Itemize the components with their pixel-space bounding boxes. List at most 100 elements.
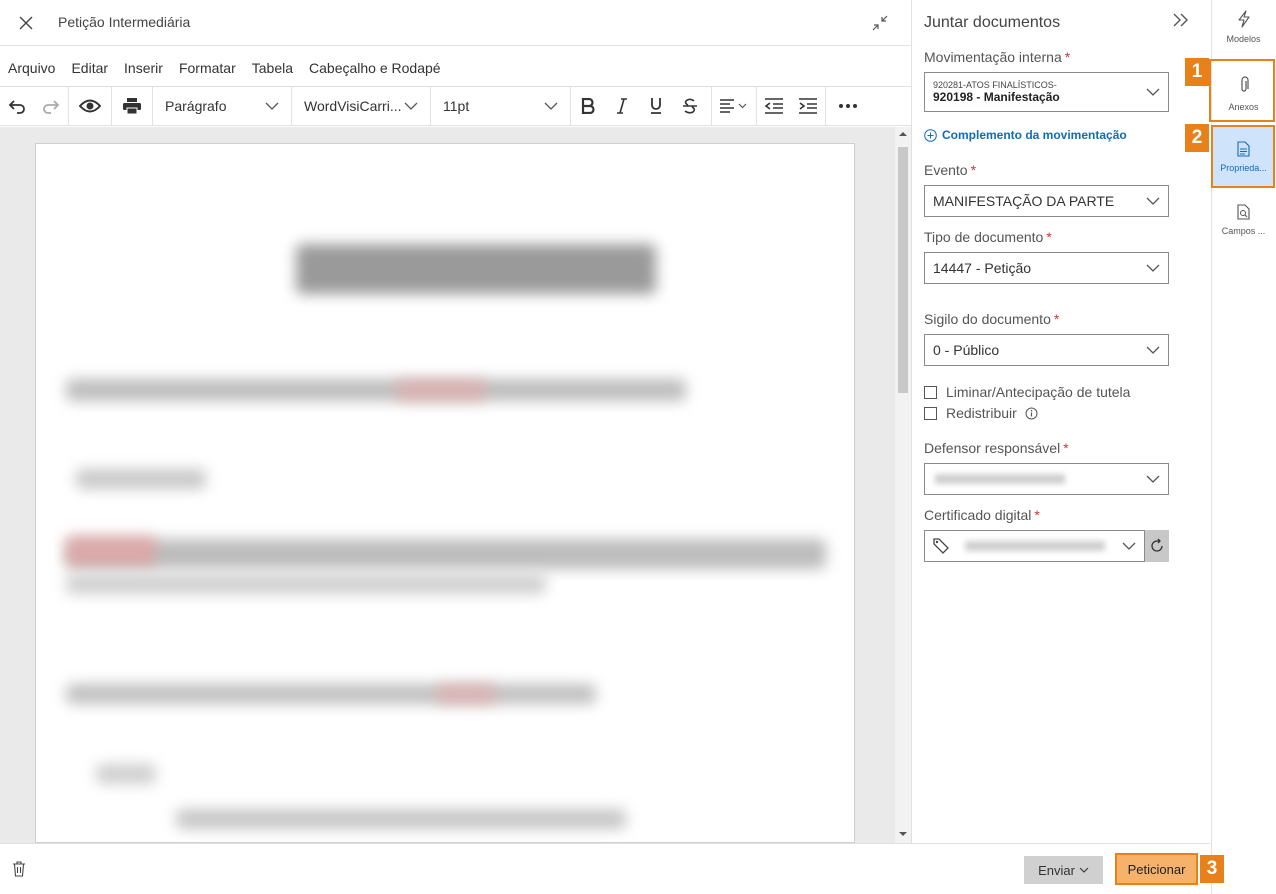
menu-editar[interactable]: Editar	[71, 60, 108, 76]
chevron-down-icon	[1146, 475, 1160, 483]
align-select[interactable]	[712, 87, 756, 125]
movimentacao-select[interactable]: 920281-ATOS FINALÍSTICOS- 920198 - Manif…	[924, 72, 1169, 112]
plus-circle-icon	[924, 128, 937, 142]
expand-panel-button[interactable]	[1172, 12, 1194, 34]
rail-campos[interactable]: Campos ...	[1213, 204, 1274, 244]
paragraph-style-select[interactable]: Parágrafo	[153, 87, 291, 125]
sigilo-value: 0 - Público	[933, 342, 1000, 358]
tipo-documento-select[interactable]: 14447 - Petição	[924, 252, 1169, 284]
attach-documents-panel	[911, 0, 1211, 843]
more-button[interactable]	[826, 87, 870, 125]
peticionar-button[interactable]: Peticionar	[1115, 853, 1198, 885]
certificado-label: Certificado digital *	[924, 507, 1040, 523]
close-icon	[19, 16, 33, 30]
certificado-label-text: Certificado digital	[924, 507, 1032, 523]
chevron-down-icon	[1079, 867, 1089, 873]
menu-cabecalho-rodape[interactable]: Cabeçalho e Rodapé	[309, 60, 441, 76]
redistribuir-checkbox-row[interactable]: Redistribuir	[924, 405, 1038, 421]
menu-arquivo[interactable]: Arquivo	[8, 60, 55, 76]
document-title: Petição Intermediária	[58, 14, 191, 30]
font-family-select[interactable]: WordVisiCarri...	[292, 87, 430, 125]
panel-title: Juntar documentos	[924, 14, 1061, 31]
movimentacao-line2: 920198 - Manifestação	[933, 90, 1060, 104]
required-mark: *	[1034, 507, 1040, 523]
collapse-button[interactable]	[868, 11, 892, 35]
liminar-checkbox[interactable]	[924, 385, 937, 399]
undo-icon	[8, 100, 25, 114]
indent-icon	[799, 98, 817, 114]
blurred-text	[66, 379, 686, 401]
chevron-down-icon	[404, 102, 418, 110]
document-page[interactable]	[35, 143, 855, 843]
outdent-icon	[765, 98, 783, 114]
redo-icon	[43, 100, 60, 114]
outdent-button[interactable]	[757, 87, 791, 125]
callout-3-badge: 3	[1200, 855, 1224, 883]
blurred-text	[176, 809, 626, 829]
callout-1-box	[1209, 59, 1275, 122]
fields-icon	[1236, 204, 1250, 220]
tipo-documento-label: Tipo de documento *	[924, 229, 1052, 245]
complemento-link[interactable]: Complemento da movimentação	[924, 128, 1127, 142]
certificado-select[interactable]	[924, 530, 1145, 562]
print-icon	[123, 98, 141, 114]
enviar-button[interactable]: Enviar	[1024, 856, 1103, 884]
print-button[interactable]	[112, 87, 152, 125]
refresh-icon	[1151, 538, 1163, 552]
defensor-value	[933, 473, 1073, 485]
refresh-certificate-button[interactable]	[1145, 530, 1169, 562]
format-toolbar: Parágrafo WordVisiCarri... 11pt	[0, 86, 911, 126]
rail-modelos[interactable]: Modelos	[1213, 10, 1274, 50]
menu-tabela[interactable]: Tabela	[252, 60, 293, 76]
certificado-value	[961, 540, 1111, 552]
trash-icon	[13, 861, 25, 877]
evento-value: MANIFESTAÇÃO DA PARTE	[933, 193, 1115, 209]
menu-formatar[interactable]: Formatar	[179, 60, 236, 76]
scroll-up-icon	[899, 132, 907, 136]
evento-select[interactable]: MANIFESTAÇÃO DA PARTE	[924, 185, 1169, 217]
sigilo-label: Sigilo do documento *	[924, 311, 1059, 327]
chevron-down-icon	[1146, 88, 1160, 96]
more-icon	[839, 104, 857, 108]
font-family-value: WordVisiCarri...	[304, 98, 402, 114]
blurred-highlight	[436, 684, 496, 704]
tipo-documento-label-text: Tipo de documento	[924, 229, 1044, 245]
preview-button[interactable]	[69, 87, 111, 125]
font-size-select[interactable]: 11pt	[431, 87, 570, 125]
defensor-label-text: Defensor responsável	[924, 440, 1061, 456]
paragraph-style-value: Parágrafo	[165, 98, 227, 114]
blurred-text	[66, 574, 546, 594]
italic-button[interactable]	[605, 87, 639, 125]
chevron-down-icon	[1122, 542, 1136, 550]
align-icon	[720, 99, 747, 113]
scrollbar-thumb[interactable]	[898, 147, 908, 393]
rail-modelos-label: Modelos	[1226, 34, 1261, 44]
bold-button[interactable]	[571, 87, 605, 125]
underline-button[interactable]	[639, 87, 673, 125]
sigilo-select[interactable]: 0 - Público	[924, 334, 1169, 366]
menu-inserir[interactable]: Inserir	[124, 60, 163, 76]
bold-icon	[581, 98, 595, 114]
movimentacao-line1: 920281-ATOS FINALÍSTICOS-	[933, 80, 1057, 90]
strikethrough-button[interactable]	[673, 87, 707, 125]
tipo-documento-value: 14447 - Petição	[933, 260, 1032, 276]
movimentacao-label-text: Movimentação interna	[924, 49, 1062, 65]
chevron-down-icon	[265, 102, 279, 110]
info-icon[interactable]	[1025, 407, 1038, 420]
redistribuir-checkbox[interactable]	[924, 406, 937, 420]
undo-button[interactable]	[0, 87, 34, 125]
menu-bar: Arquivo Editar Inserir Formatar Tabela C…	[0, 54, 457, 82]
liminar-checkbox-row[interactable]: Liminar/Antecipação de tutela	[924, 384, 1130, 400]
close-button[interactable]	[14, 11, 38, 35]
tag-icon	[933, 538, 949, 554]
evento-label: Evento *	[924, 162, 976, 178]
delete-button[interactable]	[12, 861, 30, 879]
indent-button[interactable]	[791, 87, 825, 125]
peticionar-label: Peticionar	[1127, 861, 1186, 877]
blurred-value	[964, 541, 1105, 551]
movimentacao-label: Movimentação interna *	[924, 49, 1070, 65]
required-mark: *	[1063, 440, 1069, 456]
defensor-select[interactable]	[924, 463, 1169, 495]
chevron-down-icon	[544, 102, 558, 110]
redo-button[interactable]	[34, 87, 68, 125]
